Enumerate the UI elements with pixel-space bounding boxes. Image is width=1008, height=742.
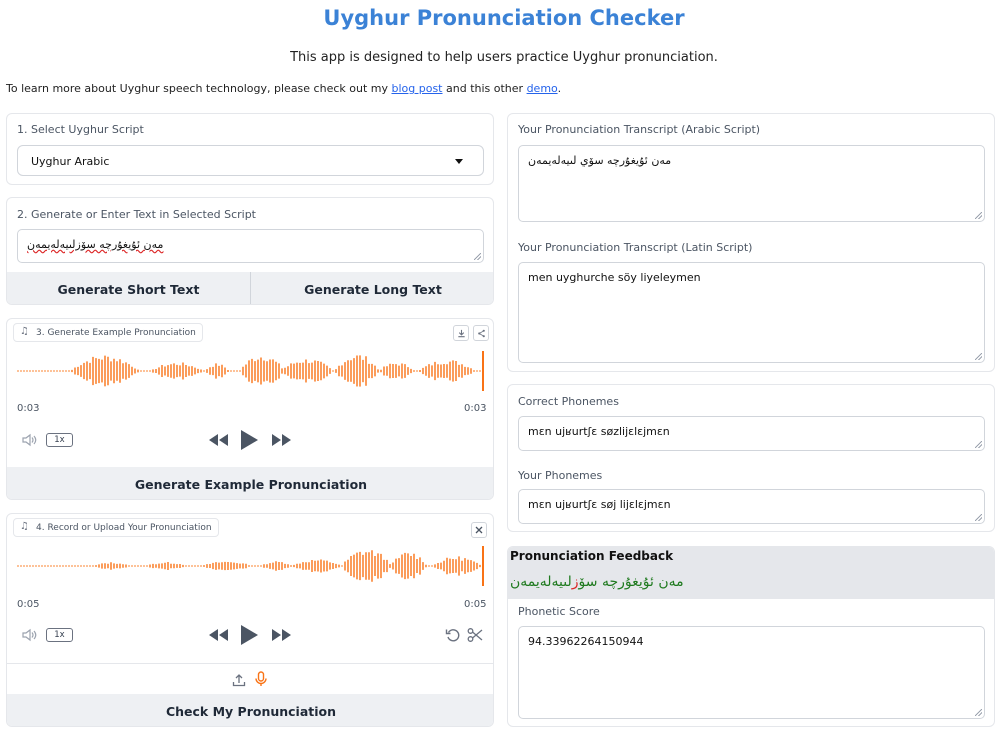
volume-icon[interactable] [21,433,39,447]
feedback-text-before: مەن ئۇيغۇرچە سۆ [578,574,684,590]
resize-handle-icon[interactable] [975,441,982,448]
scissors-icon[interactable] [467,627,483,643]
example-time-current: 0:03 [17,403,40,414]
script-select-value: Uyghur Arabic [31,155,110,168]
share-icon[interactable] [473,325,489,341]
your-phonemes-field[interactable]: mɛn ujʁurtʃɛ søj lijɛlɛjmɛn [518,489,985,524]
undo-icon[interactable] [445,627,461,643]
user-audio-panel: ♫ 4. Record or Upload Your Pronunciation… [6,513,494,727]
download-icon[interactable] [453,325,469,341]
resize-handle-icon[interactable] [975,353,982,360]
resize-handle-icon[interactable] [975,212,982,219]
rewind-icon[interactable] [209,629,229,641]
resize-handle-icon[interactable] [474,253,481,260]
playback-speed-button[interactable]: 1x [46,628,73,642]
user-audio-tag-label: 4. Record or Upload Your Pronunciation [36,522,212,533]
example-waveform[interactable] [17,349,485,393]
resize-handle-icon[interactable] [975,709,982,716]
text-input-panel: 2. Generate or Enter Text in Selected Sc… [6,197,494,305]
resize-handle-icon[interactable] [975,514,982,521]
blog-post-link[interactable]: blog post [391,82,442,95]
feedback-title: Pronunciation Feedback [510,549,674,563]
generate-short-text-button[interactable]: Generate Short Text [7,272,250,304]
fast-forward-icon[interactable] [271,434,291,446]
arabic-transcript-field[interactable]: مەن ئۇيغۇرچە سۆي لىيەلەيمەن [518,145,985,222]
phonetic-score-label: Phonetic Score [518,605,600,618]
intro-prefix: To learn more about Uyghur speech techno… [6,82,392,95]
play-icon[interactable] [240,625,258,645]
latin-transcript-field[interactable]: men uyghurche söy liyeleymen [518,262,985,363]
intro-suffix: . [557,82,562,95]
user-time-current: 0:05 [17,599,40,610]
correct-phonemes-label: Correct Phonemes [518,395,619,408]
phonetic-score-field[interactable]: 94.33962264150944 [518,626,985,719]
user-time-total: 0:05 [464,599,487,610]
text-input-field[interactable]: مەن ئۇيغۇرچە سۆزلىيەلەيمەن [17,229,484,263]
your-phonemes-label: Your Phonemes [518,469,603,482]
volume-icon[interactable] [21,628,39,642]
play-icon[interactable] [240,430,258,450]
example-audio-tag-label: 3. Generate Example Pronunciation [36,327,196,338]
script-select-panel: 1. Select Uyghur Script Uyghur Arabic [6,113,494,185]
phonetic-score-value: 94.33962264150944 [528,635,644,648]
transcript-panel: Your Pronunciation Transcript (Arabic Sc… [507,113,995,372]
demo-link[interactable]: demo [527,82,558,95]
intro-middle: and this other [442,82,527,95]
feedback-text-error: ز [571,574,579,590]
your-phonemes-value: mɛn ujʁurtʃɛ søj lijɛlɛjmɛn [528,498,671,511]
microphone-icon[interactable] [254,671,268,687]
script-select-label: 1. Select Uyghur Script [17,123,144,136]
feedback-text-after: لىيەلەيمەن [510,574,572,590]
intro-text: To learn more about Uyghur speech techno… [6,82,561,95]
correct-phonemes-field[interactable]: mɛn ujʁurtʃɛ søzlijɛlɛjmɛn [518,416,985,451]
user-audio-tag: ♫ 4. Record or Upload Your Pronunciation [13,518,219,537]
arabic-transcript-label: Your Pronunciation Transcript (Arabic Sc… [518,123,761,136]
text-input-label: 2. Generate or Enter Text in Selected Sc… [17,208,256,221]
rewind-icon[interactable] [209,434,229,446]
latin-transcript-value: men uyghurche söy liyeleymen [528,271,701,284]
upload-icon[interactable] [232,673,246,687]
page-subtitle: This app is designed to help users pract… [290,50,718,65]
generate-long-text-button[interactable]: Generate Long Text [251,272,493,304]
audio-source-divider [7,663,493,664]
close-icon[interactable] [471,522,487,538]
page-title: Uyghur Pronunciation Checker [323,6,685,30]
arabic-transcript-value: مەن ئۇيغۇرچە سۆي لىيەلەيمەن [528,154,672,167]
feedback-panel: Pronunciation Feedback مەن ئۇيغۇرچە سۆزل… [507,546,995,727]
fast-forward-icon[interactable] [271,629,291,641]
music-note-icon: ♫ [20,521,29,532]
check-pronunciation-button[interactable]: Check My Pronunciation [7,694,493,726]
playback-speed-button[interactable]: 1x [46,433,73,447]
phonemes-panel: Correct Phonemes mɛn ujʁurtʃɛ søzlijɛlɛj… [507,384,995,532]
chevron-down-icon [455,159,463,164]
script-select-dropdown[interactable]: Uyghur Arabic [17,145,484,176]
user-waveform[interactable] [17,544,485,588]
generate-example-pronunciation-button[interactable]: Generate Example Pronunciation [7,467,493,499]
text-input-value: مەن ئۇيغۇرچە سۆزلىيەلەيمەن [27,238,164,251]
feedback-text: مەن ئۇيغۇرچە سۆزلىيەلەيمەن [510,574,684,590]
music-note-icon: ♫ [20,326,29,337]
example-audio-tag: ♫ 3. Generate Example Pronunciation [13,323,203,342]
latin-transcript-label: Your Pronunciation Transcript (Latin Scr… [518,241,753,254]
example-time-total: 0:03 [464,403,487,414]
feedback-header: Pronunciation Feedback مەن ئۇيغۇرچە سۆزل… [508,547,994,599]
example-audio-panel: ♫ 3. Generate Example Pronunciation 0:03… [6,318,494,500]
correct-phonemes-value: mɛn ujʁurtʃɛ søzlijɛlɛjmɛn [528,425,670,438]
